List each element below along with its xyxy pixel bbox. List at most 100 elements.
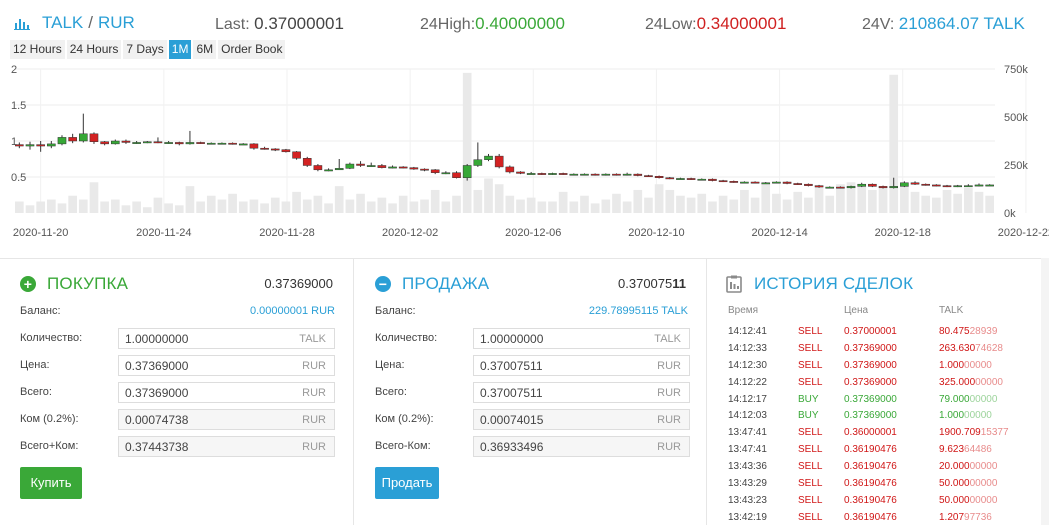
trade-price: 0.37369000 xyxy=(844,410,897,422)
volume-bar xyxy=(782,199,792,213)
trade-amount-main: 79.000 xyxy=(939,393,970,405)
sell-fee-row: Ком (0.2%): 0.00074015 RUR xyxy=(375,409,690,430)
trade-type: BUY xyxy=(798,393,819,405)
buy-price-value[interactable]: 0.37369000 xyxy=(125,359,188,373)
candle-body xyxy=(889,186,899,189)
trade-time: 14:12:03 xyxy=(728,410,767,422)
sell-price-value[interactable]: 0.37007511 xyxy=(480,359,543,373)
volume-bar xyxy=(622,201,632,213)
volume-24h-label: 24V: xyxy=(862,16,895,33)
buy-balance-value[interactable]: 0.00000001 RUR xyxy=(250,305,335,317)
trade-amount-tail: 00000 xyxy=(975,376,1003,388)
volume-bar xyxy=(900,186,909,213)
buy-amount-value[interactable]: 1.00000000 xyxy=(125,332,188,346)
candle-body xyxy=(825,186,835,189)
sell-price-row: Цена: 0.37007511 RUR xyxy=(375,355,690,376)
sell-best-price: 0.37007511 xyxy=(618,276,686,291)
trade-price: 0.37369000 xyxy=(844,359,897,371)
volume-bar xyxy=(36,201,45,213)
candle-body xyxy=(921,183,930,186)
candle-body xyxy=(868,183,877,187)
trade-type: SELL xyxy=(798,478,823,490)
volume-24h-value: 210864.07 TALK xyxy=(898,14,1025,33)
trade-time: 13:43:36 xyxy=(728,461,767,473)
trade-price: 0.37369000 xyxy=(844,376,897,388)
volume-bar xyxy=(452,195,461,213)
volume-bar xyxy=(302,199,312,213)
tab-12-hours[interactable]: 12 Hours xyxy=(10,40,65,59)
sell-total-row: Всего: 0.37007511 RUR xyxy=(375,382,690,403)
sell-price-label: Цена: xyxy=(375,359,405,371)
volume-bar xyxy=(932,197,941,213)
candle-body xyxy=(697,178,707,181)
volume-bar xyxy=(718,195,728,213)
quote-currency[interactable]: RUR xyxy=(98,13,135,33)
volume-bar xyxy=(270,197,280,213)
volume-bar xyxy=(292,191,301,213)
base-currency[interactable]: TALK xyxy=(42,13,83,33)
volume-bar xyxy=(260,203,269,213)
trade-amount-main: 9.623 xyxy=(939,444,965,456)
sell-total-value[interactable]: 0.37007511 xyxy=(480,386,543,400)
trade-time: 13:43:29 xyxy=(728,478,767,490)
sell-amount-input[interactable]: 1.00000000 TALK xyxy=(473,328,690,349)
candle-body xyxy=(196,142,205,144)
trade-row: 14:12:41 SELL 0.37000001 80.47528939 xyxy=(728,324,1048,341)
buy-amount-input[interactable]: 1.00000000 TALK xyxy=(118,328,335,349)
volume-bar xyxy=(505,195,515,213)
candle-body xyxy=(772,181,781,184)
date-tick-label: 2020-12-22 xyxy=(998,227,1049,239)
buy-total-label: Всего: xyxy=(20,386,52,398)
high-24h: 24High:0.40000000 xyxy=(420,14,565,34)
candle-body xyxy=(356,163,365,166)
trade-amount-main: 50.000 xyxy=(939,478,970,490)
buy-total-value[interactable]: 0.37369000 xyxy=(125,386,188,400)
buy-total-input[interactable]: 0.37369000 RUR xyxy=(118,382,335,403)
buy-fee-row: Ком (0.2%): 0.00074738 RUR xyxy=(20,409,335,430)
buy-button[interactable]: Купить xyxy=(20,467,82,499)
tab-order-book[interactable]: Order Book xyxy=(218,40,286,59)
volume-bar xyxy=(366,201,376,213)
candle-body xyxy=(718,180,728,183)
tab-6-months[interactable]: 6M xyxy=(193,40,217,59)
sell-price-input[interactable]: 0.37007511 RUR xyxy=(473,355,690,376)
candle-body xyxy=(985,184,994,187)
tab-24-hours[interactable]: 24 Hours xyxy=(66,40,122,59)
trade-row: 14:12:03 BUY 0.37369000 1.00000000 xyxy=(728,408,1048,425)
buy-amount-label: Количество: xyxy=(20,332,83,344)
price-tick-label: 2 xyxy=(11,64,17,76)
last-price-value: 0.37000001 xyxy=(254,14,344,33)
tab-7-days[interactable]: 7 Days xyxy=(123,40,167,59)
candle-body xyxy=(377,165,387,168)
volume-bar xyxy=(281,201,291,213)
volume-bar xyxy=(601,199,611,213)
sell-fee-label: Ком (0.2%): xyxy=(375,413,434,425)
trade-amount: 50.00000000 xyxy=(939,478,997,489)
volume-bar xyxy=(174,205,184,213)
candle-body xyxy=(334,168,344,171)
price-chart[interactable]: 2 1.5 1 0.5 750k 500k 250k 0k 2020-11-20 2020-11-… xyxy=(0,62,1049,242)
tab-1-month[interactable]: 1M xyxy=(168,40,192,59)
trade-amount-tail: 00000 xyxy=(969,494,998,506)
buy-best-price: 0.37369000 xyxy=(264,276,333,291)
sell-balance-value[interactable]: 229.78995115 TALK xyxy=(589,305,688,317)
buy-price-input[interactable]: 0.37369000 RUR xyxy=(118,355,335,376)
buy-price-label: Цена: xyxy=(20,359,50,371)
buy-amount-currency: TALK xyxy=(299,333,326,345)
candle-body xyxy=(590,173,600,176)
trade-amount-main: 20.000 xyxy=(939,461,970,473)
sell-button[interactable]: Продать xyxy=(375,467,439,499)
volume-bar xyxy=(921,195,931,213)
buy-total-fee-row: Всего+Ком: 0.37443738 RUR xyxy=(20,436,335,457)
sell-total-input[interactable]: 0.37007511 RUR xyxy=(473,382,690,403)
history-title-text: ИСТОРИЯ СДЕЛОК xyxy=(754,274,914,293)
sell-amount-value[interactable]: 1.00000000 xyxy=(480,332,543,346)
volume-bar xyxy=(228,193,237,213)
sell-total-currency: RUR xyxy=(657,387,681,399)
volume-bar xyxy=(793,191,803,213)
market-header: TALK / RUR Last: 0.37000001 24High:0.400… xyxy=(0,0,1049,40)
date-tick-label: 2020-11-24 xyxy=(136,227,191,239)
history-scrollbar[interactable] xyxy=(1041,258,1049,525)
sell-total-fee-field: 0.36933496 RUR xyxy=(473,436,690,457)
volume-bar xyxy=(590,203,600,213)
